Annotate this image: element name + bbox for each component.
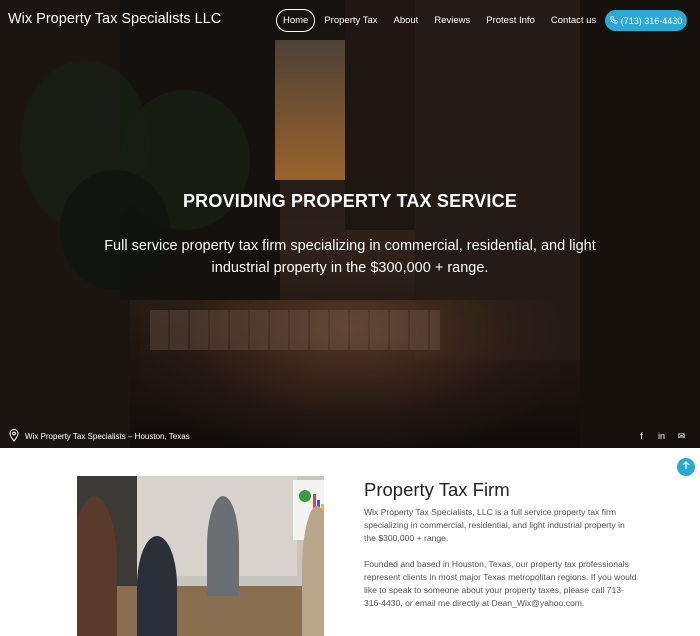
nav-item-property-tax[interactable]: Property Tax bbox=[317, 9, 384, 32]
social-links: f in ✉ bbox=[636, 431, 687, 442]
nav-item-reviews[interactable]: Reviews bbox=[427, 9, 477, 32]
facebook-icon[interactable]: f bbox=[636, 431, 647, 442]
scroll-to-top-button[interactable] bbox=[677, 458, 695, 476]
section-paragraph-intro: Wix Property Tax Specialists, LLC is a f… bbox=[364, 507, 625, 543]
phone-number: (713) 316-4430 bbox=[620, 15, 683, 26]
hero-section: Wix Property Tax Specialists LLC Home Pr… bbox=[0, 0, 700, 448]
site-brand[interactable]: Wix Property Tax Specialists LLC bbox=[8, 11, 221, 27]
map-pin-icon bbox=[9, 428, 19, 444]
location-text: Wix Property Tax Specialists – Houston, … bbox=[25, 432, 190, 441]
nav-item-about[interactable]: About bbox=[387, 9, 426, 32]
nav-item-contact-us[interactable]: Contact us bbox=[544, 9, 603, 32]
phone-button[interactable]: (713) 316-4430 bbox=[605, 10, 687, 31]
top-navigation: Wix Property Tax Specialists LLC Home Pr… bbox=[0, 0, 700, 40]
section-paragraph-contact: Founded and based in Houston, Texas, our… bbox=[364, 559, 637, 608]
section-title: Property Tax Firm bbox=[364, 479, 510, 500]
nav-item-home[interactable]: Home bbox=[276, 9, 316, 32]
linkedin-icon[interactable]: in bbox=[656, 431, 667, 442]
hero-title: PROVIDING PROPERTY TAX SERVICE bbox=[182, 191, 518, 211]
office-meeting-image bbox=[77, 476, 324, 636]
hero-background-image bbox=[0, 0, 700, 448]
nav-item-protest-info[interactable]: Protest Info bbox=[479, 9, 542, 32]
main-menu: Home Property Tax About Reviews Protest … bbox=[276, 9, 603, 32]
phone-icon bbox=[610, 15, 618, 26]
location-bar: Wix Property Tax Specialists – Houston, … bbox=[9, 428, 190, 444]
email-icon[interactable]: ✉ bbox=[676, 431, 687, 442]
hero-subtitle: Full service property tax firm specializ… bbox=[104, 238, 596, 276]
arrow-up-icon bbox=[682, 461, 690, 473]
about-section: Property Tax Firm Wix Property Tax Speci… bbox=[0, 448, 700, 636]
